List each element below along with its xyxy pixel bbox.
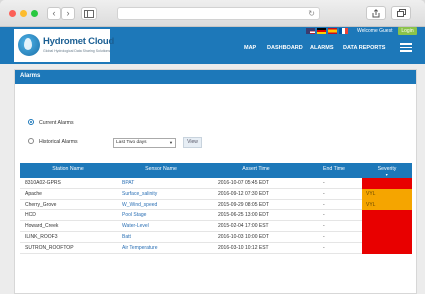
end-time-cell: - [323,223,325,230]
severity-badge: VYL [362,188,412,200]
sensor-name-link[interactable]: W_Wind_speed [122,202,157,208]
french-flag-icon[interactable] [339,28,348,34]
panel-header: Alarms [15,70,416,84]
column-assert-time[interactable]: Assert Time [206,166,306,172]
minimize-window-button[interactable] [20,10,27,17]
current-alarms-label: Current Alarms [39,120,74,126]
table-row[interactable]: ILINK_ROOF3 Batt 2016-10-03 10:00 EDT - [20,232,412,243]
column-station-name[interactable]: Station Name [20,166,116,172]
column-severity[interactable]: Severity ▼ [362,166,412,177]
nav-dashboard[interactable]: DASHBOARD [267,45,303,51]
table-header: Station Name Sensor Name Assert Time End… [20,163,412,178]
assert-time-cell: 2016-03-10 10:12 EST [218,244,269,251]
share-icon[interactable] [366,6,386,20]
sensor-name-link[interactable]: Surface_salinity [122,191,157,197]
station-name-cell: Cherry_Grove [25,201,57,208]
historical-alarms-radio[interactable] [28,138,34,144]
assert-time-cell: 2016-09-12 07:30 EDT [218,190,269,197]
nav-data-reports[interactable]: DATA REPORTS [343,45,385,51]
german-flag-icon[interactable] [317,28,326,34]
alarms-panel: Alarms Current Alarms Historical Alarms … [14,69,417,294]
station-name-cell: Howard_Creek [25,223,59,230]
address-bar[interactable]: ↻ [117,7,320,20]
spanish-flag-icon[interactable] [328,28,337,34]
assert-time-cell: 2016-10-03 10:00 EDT [218,234,269,240]
welcome-text: Welcome Guest [357,28,393,34]
close-window-button[interactable] [9,10,16,17]
browser-window: ‹ › ↻ Hydromet Cloud Global Hydrological… [0,0,425,294]
severity-badge [362,221,412,232]
panel-title: Alarms [20,73,41,79]
forward-button[interactable]: › [61,7,75,20]
assert-time-cell: 2015-06-25 13:00 EDT [218,212,269,219]
date-range-select[interactable]: Last Two days ▼ [113,138,176,148]
nav-map[interactable]: MAP [244,45,256,51]
hamburger-menu-icon[interactable] [400,43,412,52]
end-time-cell: - [323,244,325,251]
end-time-cell: - [323,201,325,208]
end-time-cell: - [323,180,325,186]
severity-badge: VYL [362,199,412,211]
column-sensor-name[interactable]: Sensor Name [116,166,206,172]
sensor-name-link[interactable]: Batt [122,234,131,240]
web-page: Hydromet Cloud Global Hydrological Data … [0,27,425,294]
end-time-cell: - [323,234,325,240]
severity-badge [362,232,412,243]
severity-badge [362,210,412,222]
reload-icon[interactable]: ↻ [308,8,315,20]
browser-toolbar: ‹ › ↻ [0,0,425,27]
site-header: Hydromet Cloud Global Hydrological Data … [0,27,425,64]
severity-badge [362,178,412,189]
logo-tagline: Global Hydrological Data Sharing Solutio… [43,49,111,53]
historical-alarms-label: Historical Alarms [39,139,78,145]
column-end-time[interactable]: End Time [306,166,362,172]
table-row[interactable]: Cherry_Grove W_Wind_speed 2015-09-29 08:05… [20,199,412,211]
view-button[interactable]: View [183,137,202,148]
sort-down-icon: ▼ [385,173,389,177]
station-name-cell: Apache [25,190,42,197]
station-name-cell: HCD [25,212,36,219]
station-name-cell: 8310A02-GPRS [25,180,61,186]
table-row[interactable]: SUTRON_ROOFTOP Air Temperature 2016-03-10 … [20,242,412,254]
table-row[interactable]: HCD Pool Stage 2015-06-25 13:00 EDT - [20,210,412,222]
back-button[interactable]: ‹ [47,7,61,20]
date-range-value: Last Two days [116,140,147,145]
sensor-name-link[interactable]: Air Temperature [122,245,157,251]
table-row[interactable]: 8310A02-GPRS BPAT 2016-10-07 05:45 EDT - [20,178,412,189]
sensor-name-link[interactable]: Water-Level [122,223,149,229]
water-drop-icon [18,34,40,56]
station-name-cell: ILINK_ROOF3 [25,234,58,240]
tabs-icon[interactable] [391,6,411,20]
nav-alarms[interactable]: ALARMS [310,45,334,51]
sensor-name-link[interactable]: BPAT [122,180,134,186]
sensor-name-link[interactable]: Pool Stage [122,212,146,218]
table-row[interactable]: Howard_Creek Water-Level 2015-02-04 17:00 … [20,221,412,232]
end-time-cell: - [323,190,325,197]
language-flags [306,27,350,36]
assert-time-cell: 2015-09-29 08:05 EDT [218,201,269,208]
chevron-down-icon: ▼ [169,140,173,145]
maximize-window-button[interactable] [31,10,38,17]
assert-time-cell: 2015-02-04 17:00 EST [218,223,269,230]
table-row[interactable]: Apache Surface_salinity 2016-09-12 07:30 E… [20,188,412,200]
login-button[interactable]: Login [398,27,417,35]
us-flag-icon[interactable] [306,28,315,34]
severity-badge [362,242,412,254]
logo[interactable]: Hydromet Cloud Global Hydrological Data … [14,29,114,62]
station-name-cell: SUTRON_ROOFTOP [25,244,74,251]
current-alarms-radio[interactable] [28,119,34,125]
logo-name: Hydromet Cloud [43,36,115,47]
sidebar-toggle-icon[interactable] [81,7,97,20]
end-time-cell: - [323,212,325,219]
assert-time-cell: 2016-10-07 05:45 EDT [218,180,269,186]
